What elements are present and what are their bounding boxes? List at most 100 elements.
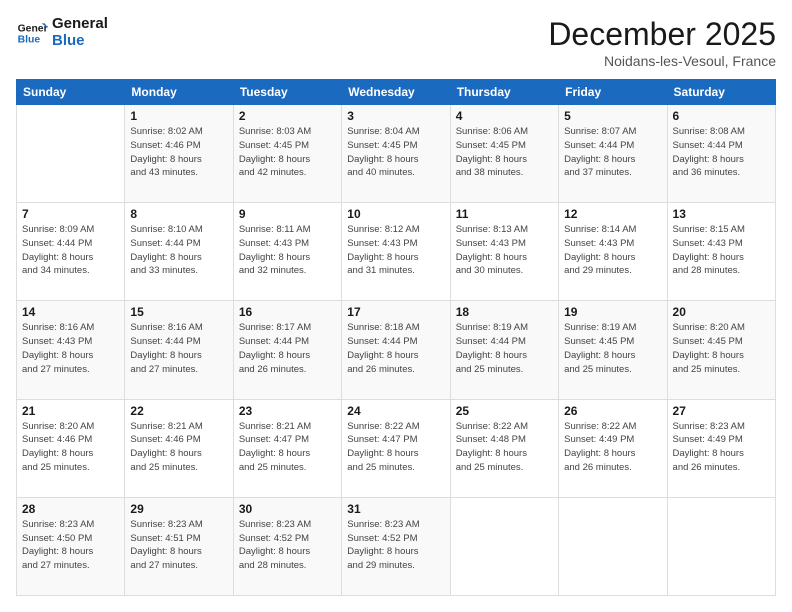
week-row-3: 21 Sunrise: 8:20 AMSunset: 4:46 PMDayligh…: [17, 399, 776, 497]
calendar-cell: 28Sunrise: 8:23 AMSunset: 4:50 PMDayligh…: [17, 497, 125, 595]
day-header-tuesday: Tuesday: [233, 80, 341, 105]
day-number: 10: [347, 207, 444, 221]
day-number: 28: [22, 502, 119, 516]
day-header-thursday: Thursday: [450, 80, 558, 105]
calendar-cell: 13 Sunrise: 8:15 AMSunset: 4:43 PMDayligh…: [667, 203, 775, 301]
day-number: 16: [239, 305, 336, 319]
day-number: 21: [22, 404, 119, 418]
day-info: Sunrise: 8:13 AMSunset: 4:43 PMDaylight:…: [456, 223, 553, 278]
location-subtitle: Noidans-les-Vesoul, France: [548, 53, 776, 69]
day-info: Sunrise: 8:20 AMSunset: 4:45 PMDaylight:…: [673, 321, 770, 376]
calendar-cell: 7 Sunrise: 8:09 AMSunset: 4:44 PMDaylight…: [17, 203, 125, 301]
day-info: Sunrise: 8:19 AMSunset: 4:44 PMDaylight:…: [456, 321, 553, 376]
calendar-cell: [450, 497, 558, 595]
svg-text:General: General: [18, 23, 48, 34]
logo: General Blue General Blue: [16, 16, 108, 49]
logo-icon: General Blue: [16, 17, 48, 49]
day-number: 1: [130, 109, 227, 123]
day-header-monday: Monday: [125, 80, 233, 105]
day-info: Sunrise: 8:12 AMSunset: 4:43 PMDaylight:…: [347, 223, 444, 278]
calendar-cell: [667, 497, 775, 595]
day-number: 26: [564, 404, 661, 418]
calendar-cell: 6 Sunrise: 8:08 AMSunset: 4:44 PMDaylight…: [667, 105, 775, 203]
day-info: Sunrise: 8:10 AMSunset: 4:44 PMDaylight:…: [130, 223, 227, 278]
day-info: Sunrise: 8:18 AMSunset: 4:44 PMDaylight:…: [347, 321, 444, 376]
calendar-cell: 4 Sunrise: 8:06 AMSunset: 4:45 PMDaylight…: [450, 105, 558, 203]
day-header-wednesday: Wednesday: [342, 80, 450, 105]
day-info: Sunrise: 8:02 AMSunset: 4:46 PMDaylight:…: [130, 125, 227, 180]
calendar-body: 1 Sunrise: 8:02 AMSunset: 4:46 PMDaylight…: [17, 105, 776, 596]
day-header-sunday: Sunday: [17, 80, 125, 105]
day-number: 31: [347, 502, 444, 516]
calendar-cell: 21 Sunrise: 8:20 AMSunset: 4:46 PMDayligh…: [17, 399, 125, 497]
calendar-cell: 10 Sunrise: 8:12 AMSunset: 4:43 PMDayligh…: [342, 203, 450, 301]
day-number: 27: [673, 404, 770, 418]
day-number: 18: [456, 305, 553, 319]
header: General Blue General Blue December 2025 …: [16, 16, 776, 69]
calendar-cell: 14Sunrise: 8:16 AMSunset: 4:43 PMDayligh…: [17, 301, 125, 399]
day-number: 23: [239, 404, 336, 418]
day-info: Sunrise: 8:16 AMSunset: 4:43 PMDaylight:…: [22, 321, 119, 376]
calendar-cell: 18 Sunrise: 8:19 AMSunset: 4:44 PMDayligh…: [450, 301, 558, 399]
day-number: 25: [456, 404, 553, 418]
day-info: Sunrise: 8:21 AMSunset: 4:47 PMDaylight:…: [239, 420, 336, 475]
calendar-cell: 29Sunrise: 8:23 AMSunset: 4:51 PMDayligh…: [125, 497, 233, 595]
day-number: 7: [22, 207, 119, 221]
calendar-cell: 8Sunrise: 8:10 AMSunset: 4:44 PMDaylight…: [125, 203, 233, 301]
week-row-1: 7 Sunrise: 8:09 AMSunset: 4:44 PMDaylight…: [17, 203, 776, 301]
day-number: 30: [239, 502, 336, 516]
day-info: Sunrise: 8:16 AMSunset: 4:44 PMDaylight:…: [130, 321, 227, 376]
calendar-cell: 31 Sunrise: 8:23 AMSunset: 4:52 PMDayligh…: [342, 497, 450, 595]
calendar-cell: 5Sunrise: 8:07 AMSunset: 4:44 PMDaylight…: [559, 105, 667, 203]
calendar-cell: 17 Sunrise: 8:18 AMSunset: 4:44 PMDayligh…: [342, 301, 450, 399]
calendar-cell: 2Sunrise: 8:03 AMSunset: 4:45 PMDaylight…: [233, 105, 341, 203]
week-row-4: 28Sunrise: 8:23 AMSunset: 4:50 PMDayligh…: [17, 497, 776, 595]
day-info: Sunrise: 8:07 AMSunset: 4:44 PMDaylight:…: [564, 125, 661, 180]
day-info: Sunrise: 8:14 AMSunset: 4:43 PMDaylight:…: [564, 223, 661, 278]
calendar-header: SundayMondayTuesdayWednesdayThursdayFrid…: [17, 80, 776, 105]
day-number: 2: [239, 109, 336, 123]
svg-text:Blue: Blue: [18, 34, 41, 45]
logo-blue: Blue: [52, 33, 108, 50]
title-block: December 2025 Noidans-les-Vesoul, France: [548, 16, 776, 69]
day-info: Sunrise: 8:15 AMSunset: 4:43 PMDaylight:…: [673, 223, 770, 278]
calendar-cell: 30 Sunrise: 8:23 AMSunset: 4:52 PMDayligh…: [233, 497, 341, 595]
day-number: 13: [673, 207, 770, 221]
day-number: 22: [130, 404, 227, 418]
day-info: Sunrise: 8:22 AMSunset: 4:49 PMDaylight:…: [564, 420, 661, 475]
day-number: 29: [130, 502, 227, 516]
calendar-cell: 1 Sunrise: 8:02 AMSunset: 4:46 PMDaylight…: [125, 105, 233, 203]
day-info: Sunrise: 8:23 AMSunset: 4:49 PMDaylight:…: [673, 420, 770, 475]
calendar-cell: [17, 105, 125, 203]
calendar-cell: 12Sunrise: 8:14 AMSunset: 4:43 PMDayligh…: [559, 203, 667, 301]
day-number: 4: [456, 109, 553, 123]
calendar-cell: 26 Sunrise: 8:22 AMSunset: 4:49 PMDayligh…: [559, 399, 667, 497]
day-info: Sunrise: 8:19 AMSunset: 4:45 PMDaylight:…: [564, 321, 661, 376]
day-info: Sunrise: 8:11 AMSunset: 4:43 PMDaylight:…: [239, 223, 336, 278]
page: General Blue General Blue December 2025 …: [0, 0, 792, 612]
day-info: Sunrise: 8:23 AMSunset: 4:52 PMDaylight:…: [347, 518, 444, 573]
day-info: Sunrise: 8:17 AMSunset: 4:44 PMDaylight:…: [239, 321, 336, 376]
day-header-saturday: Saturday: [667, 80, 775, 105]
day-info: Sunrise: 8:22 AMSunset: 4:48 PMDaylight:…: [456, 420, 553, 475]
day-number: 20: [673, 305, 770, 319]
day-number: 24: [347, 404, 444, 418]
day-number: 11: [456, 207, 553, 221]
calendar-table: SundayMondayTuesdayWednesdayThursdayFrid…: [16, 79, 776, 596]
day-info: Sunrise: 8:06 AMSunset: 4:45 PMDaylight:…: [456, 125, 553, 180]
week-row-2: 14Sunrise: 8:16 AMSunset: 4:43 PMDayligh…: [17, 301, 776, 399]
month-title: December 2025: [548, 16, 776, 53]
calendar-cell: 22 Sunrise: 8:21 AMSunset: 4:46 PMDayligh…: [125, 399, 233, 497]
day-number: 15: [130, 305, 227, 319]
day-info: Sunrise: 8:23 AMSunset: 4:52 PMDaylight:…: [239, 518, 336, 573]
calendar-cell: 19Sunrise: 8:19 AMSunset: 4:45 PMDayligh…: [559, 301, 667, 399]
calendar-cell: 24 Sunrise: 8:22 AMSunset: 4:47 PMDayligh…: [342, 399, 450, 497]
day-number: 17: [347, 305, 444, 319]
day-info: Sunrise: 8:20 AMSunset: 4:46 PMDaylight:…: [22, 420, 119, 475]
day-info: Sunrise: 8:21 AMSunset: 4:46 PMDaylight:…: [130, 420, 227, 475]
day-number: 6: [673, 109, 770, 123]
day-info: Sunrise: 8:09 AMSunset: 4:44 PMDaylight:…: [22, 223, 119, 278]
day-info: Sunrise: 8:22 AMSunset: 4:47 PMDaylight:…: [347, 420, 444, 475]
day-number: 9: [239, 207, 336, 221]
day-info: Sunrise: 8:08 AMSunset: 4:44 PMDaylight:…: [673, 125, 770, 180]
